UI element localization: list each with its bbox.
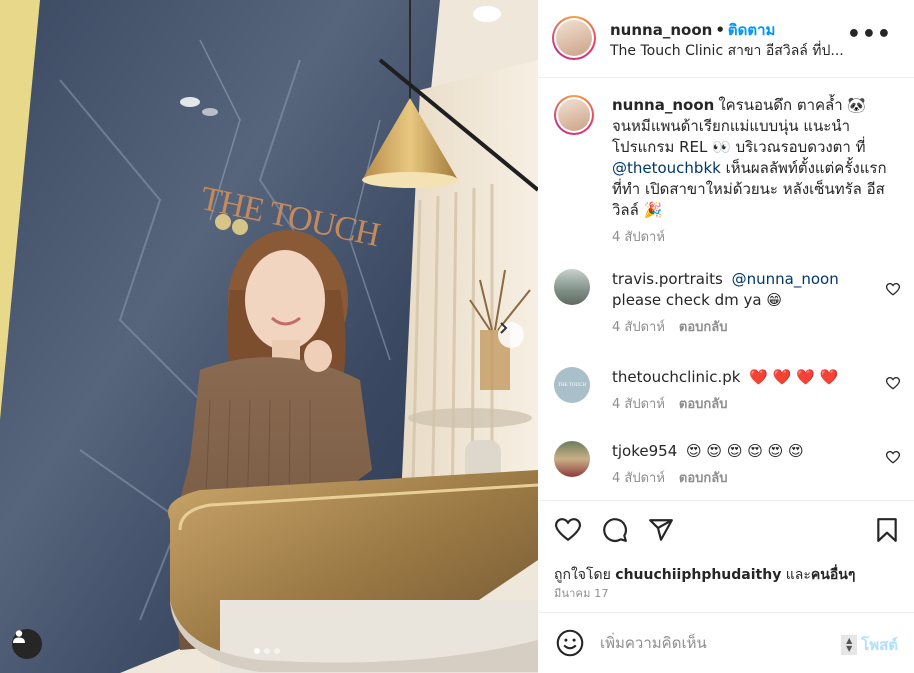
- reply-button[interactable]: ตอบกลับ: [679, 320, 728, 335]
- comment-text: ❤️ ❤️ ❤️ ❤️: [749, 368, 839, 386]
- post-date[interactable]: มีนาคม 17: [554, 584, 609, 602]
- tagged-users-button[interactable]: [12, 629, 42, 659]
- liked-by-prefix: ถูกใจโดย: [554, 567, 616, 583]
- comment-text: please check dm ya 😁: [612, 291, 782, 309]
- liked-by-and: และ: [781, 567, 811, 583]
- post-header: nunna_noon • ติดตาม The Touch Clinic สาขา …: [538, 0, 914, 78]
- post-location[interactable]: The Touch Clinic สาขา อีสวิลล์ ที่ป...: [610, 40, 844, 62]
- comment-bubble-icon[interactable]: [602, 517, 628, 543]
- comment-time[interactable]: 4 สัปดาห์: [612, 471, 665, 486]
- carousel-dot: [274, 648, 280, 654]
- follow-button[interactable]: ติดตาม: [728, 21, 776, 39]
- comment-username[interactable]: thetouchclinic.pk: [612, 368, 740, 386]
- commenter-avatar[interactable]: THE TOUCH: [554, 367, 590, 403]
- like-comment-heart-icon[interactable]: [886, 451, 900, 464]
- post-side-panel: nunna_noon • ติดตาม The Touch Clinic สาขา …: [538, 0, 914, 673]
- user-icon: [13, 630, 25, 643]
- like-comment-heart-icon[interactable]: [886, 377, 900, 390]
- comment-time[interactable]: 4 สัปดาห์: [612, 397, 665, 412]
- liked-by-others[interactable]: คนอื่นๆ: [811, 567, 855, 583]
- save-bookmark-icon[interactable]: [874, 517, 900, 543]
- comment-mention[interactable]: @nunna_noon: [732, 270, 839, 288]
- comment-username[interactable]: tjoke954: [612, 442, 677, 460]
- comment-input[interactable]: [600, 631, 820, 655]
- carousel-indicator: [254, 648, 280, 654]
- caption-avatar[interactable]: [554, 95, 594, 135]
- carousel-dot: [254, 648, 260, 654]
- commenter-avatar[interactable]: [554, 441, 590, 477]
- more-options-button[interactable]: •••: [847, 22, 892, 47]
- share-send-icon[interactable]: [648, 517, 674, 543]
- comment-username[interactable]: travis.portraits: [612, 270, 723, 288]
- comment-text: 😍 😍 😍 😍 😍 😍: [686, 442, 804, 460]
- comment-time[interactable]: 4 สัปดาห์: [612, 320, 665, 335]
- chevron-right-icon: [500, 322, 508, 334]
- photo-scene: [0, 0, 538, 673]
- scrollbar-arrows[interactable]: ▲ ▼: [841, 635, 858, 655]
- caption-username[interactable]: nunna_noon: [612, 96, 714, 114]
- post-comment-button[interactable]: โพสต์: [861, 633, 898, 657]
- next-photo-button[interactable]: [498, 322, 524, 348]
- post-actions: ถูกใจโดย chuuchiiphphudaithy และคนอื่นๆ …: [538, 500, 914, 612]
- caption-time[interactable]: 4 สัปดาห์: [612, 230, 665, 245]
- reply-button[interactable]: ตอบกลับ: [679, 397, 728, 412]
- post-photo[interactable]: THE TOUCH: [0, 0, 538, 673]
- comments-list[interactable]: nunna_noon ใครนอนดึก ตาคล้ำ 🐼 จนหมีแพนด้า…: [538, 79, 914, 500]
- author-avatar[interactable]: [552, 16, 596, 60]
- add-comment-bar: ▲▼ โพสต์: [538, 612, 914, 673]
- like-comment-heart-icon[interactable]: [886, 283, 900, 296]
- header-separator: •: [715, 21, 725, 39]
- caption-mention[interactable]: @thetouchbkk: [612, 159, 721, 177]
- likes-summary: ถูกใจโดย chuuchiiphphudaithy และคนอื่นๆ: [554, 564, 855, 586]
- like-heart-icon[interactable]: [555, 517, 581, 543]
- reply-button[interactable]: ตอบกลับ: [679, 471, 728, 486]
- author-username[interactable]: nunna_noon: [610, 21, 712, 39]
- emoji-icon[interactable]: [556, 629, 584, 657]
- commenter-avatar[interactable]: [554, 269, 590, 305]
- liked-by-user[interactable]: chuuchiiphphudaithy: [615, 567, 781, 583]
- carousel-dot: [264, 648, 270, 654]
